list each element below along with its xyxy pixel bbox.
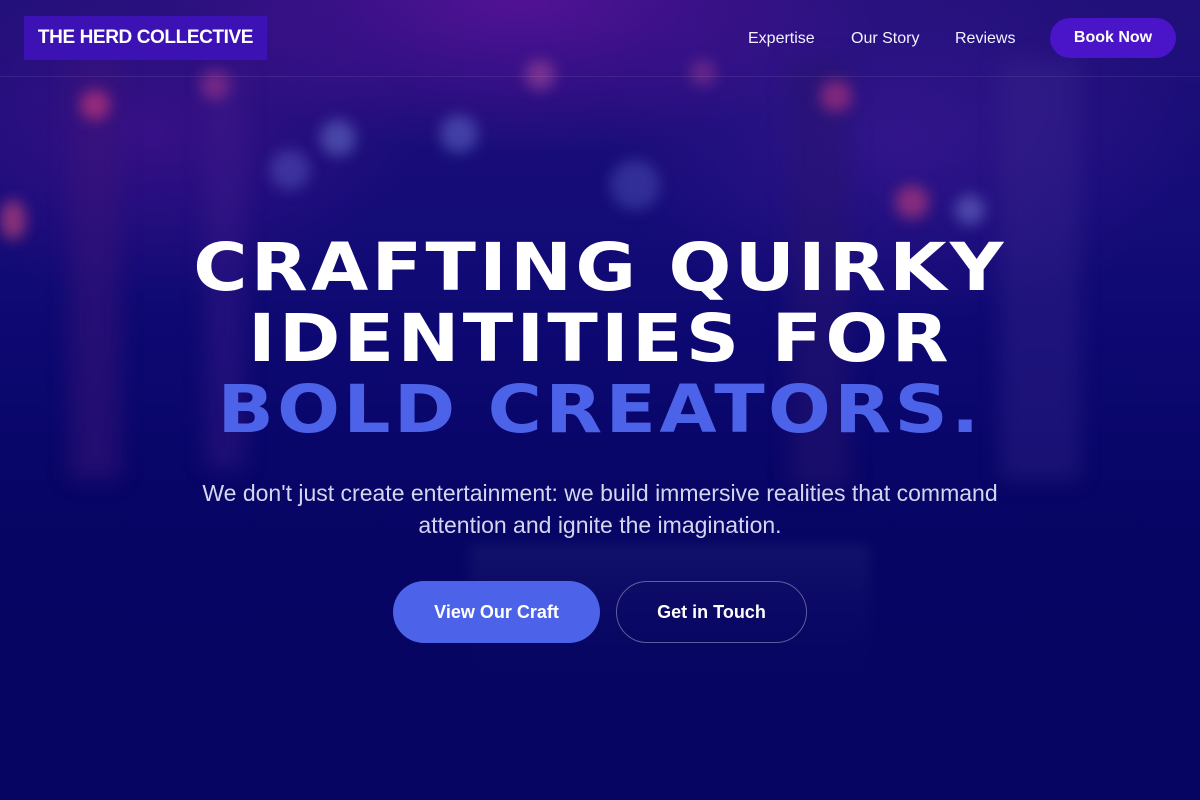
hero-subtitle: We don't just create entertainment: we b…	[150, 477, 1050, 541]
hero-title: CRAFTING QUIRKY IDENTITIES FOR BOLD CREA…	[0, 232, 1200, 445]
site-header: THE HERD COLLECTIVE Expertise Our Story …	[0, 0, 1200, 77]
brand-logo[interactable]: THE HERD COLLECTIVE	[24, 16, 267, 60]
get-in-touch-button[interactable]: Get in Touch	[616, 581, 807, 643]
view-our-craft-button[interactable]: View Our Craft	[393, 581, 600, 643]
nav-link-expertise[interactable]: Expertise	[748, 0, 815, 77]
hero-title-line-2: IDENTITIES FOR	[248, 300, 952, 377]
nav-link-reviews[interactable]: Reviews	[955, 0, 1015, 77]
hero-title-line-1: CRAFTING QUIRKY	[193, 229, 1007, 306]
nav-link-our-story[interactable]: Our Story	[851, 0, 919, 77]
hero-title-accent: BOLD CREATORS.	[217, 371, 983, 448]
hero-subtitle-line-2: attention and ignite the imagination.	[418, 512, 782, 538]
hero-subtitle-line-1: We don't just create entertainment: we b…	[202, 480, 998, 506]
book-now-button[interactable]: Book Now	[1050, 18, 1176, 58]
